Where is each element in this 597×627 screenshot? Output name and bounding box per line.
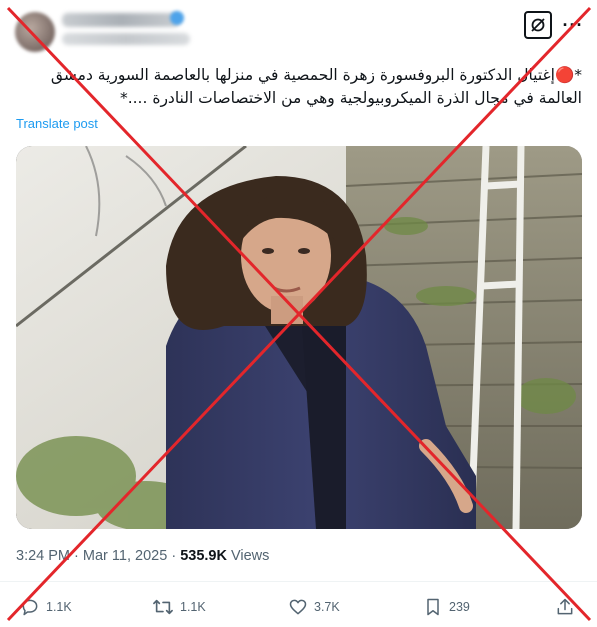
meta-separator: · bbox=[171, 548, 177, 564]
post-date[interactable]: Mar 11, 2025 bbox=[83, 548, 167, 564]
like-count: 3.7K bbox=[314, 600, 340, 614]
views-count: 535.9K bbox=[180, 548, 227, 564]
meta-separator: · bbox=[74, 548, 79, 564]
author-avatar[interactable] bbox=[15, 12, 55, 52]
post-time[interactable]: 3:24 PM bbox=[16, 548, 70, 564]
reply-button[interactable]: 1.1K bbox=[20, 594, 72, 620]
repost-button[interactable]: 1.1K bbox=[152, 594, 206, 620]
like-button[interactable]: 3.7K bbox=[288, 594, 340, 620]
author-name-blurred[interactable] bbox=[62, 13, 180, 27]
translate-post-link[interactable]: Translate post bbox=[16, 116, 98, 131]
author-handle-blurred[interactable] bbox=[62, 33, 190, 45]
action-bar: 1.1K 1.1K 3.7K 239 bbox=[0, 594, 597, 620]
grok-icon bbox=[531, 18, 545, 32]
bookmark-icon bbox=[427, 598, 439, 616]
reply-icon bbox=[22, 599, 38, 616]
share-icon bbox=[557, 598, 573, 615]
post-metadata: 3:24 PM · Mar 11, 2025 · 535.9K Views bbox=[16, 548, 269, 564]
bookmark-count: 239 bbox=[449, 600, 470, 614]
divider bbox=[0, 581, 597, 582]
more-icon: ··· bbox=[562, 14, 584, 35]
bookmark-button[interactable]: 239 bbox=[423, 594, 470, 620]
grok-button[interactable] bbox=[524, 11, 552, 39]
post-image[interactable] bbox=[16, 146, 582, 529]
verified-badge-icon bbox=[170, 11, 184, 25]
repost-icon bbox=[153, 599, 173, 615]
repost-count: 1.1K bbox=[180, 600, 206, 614]
post-text: *🔴إغتيال الدكتورة البروفسورة زهرة الحمصي… bbox=[50, 66, 582, 107]
views-label: Views bbox=[230, 548, 270, 564]
share-button[interactable] bbox=[555, 594, 575, 620]
reply-count: 1.1K bbox=[46, 600, 72, 614]
heart-icon bbox=[289, 599, 307, 615]
more-options-button[interactable]: ··· bbox=[560, 12, 586, 38]
